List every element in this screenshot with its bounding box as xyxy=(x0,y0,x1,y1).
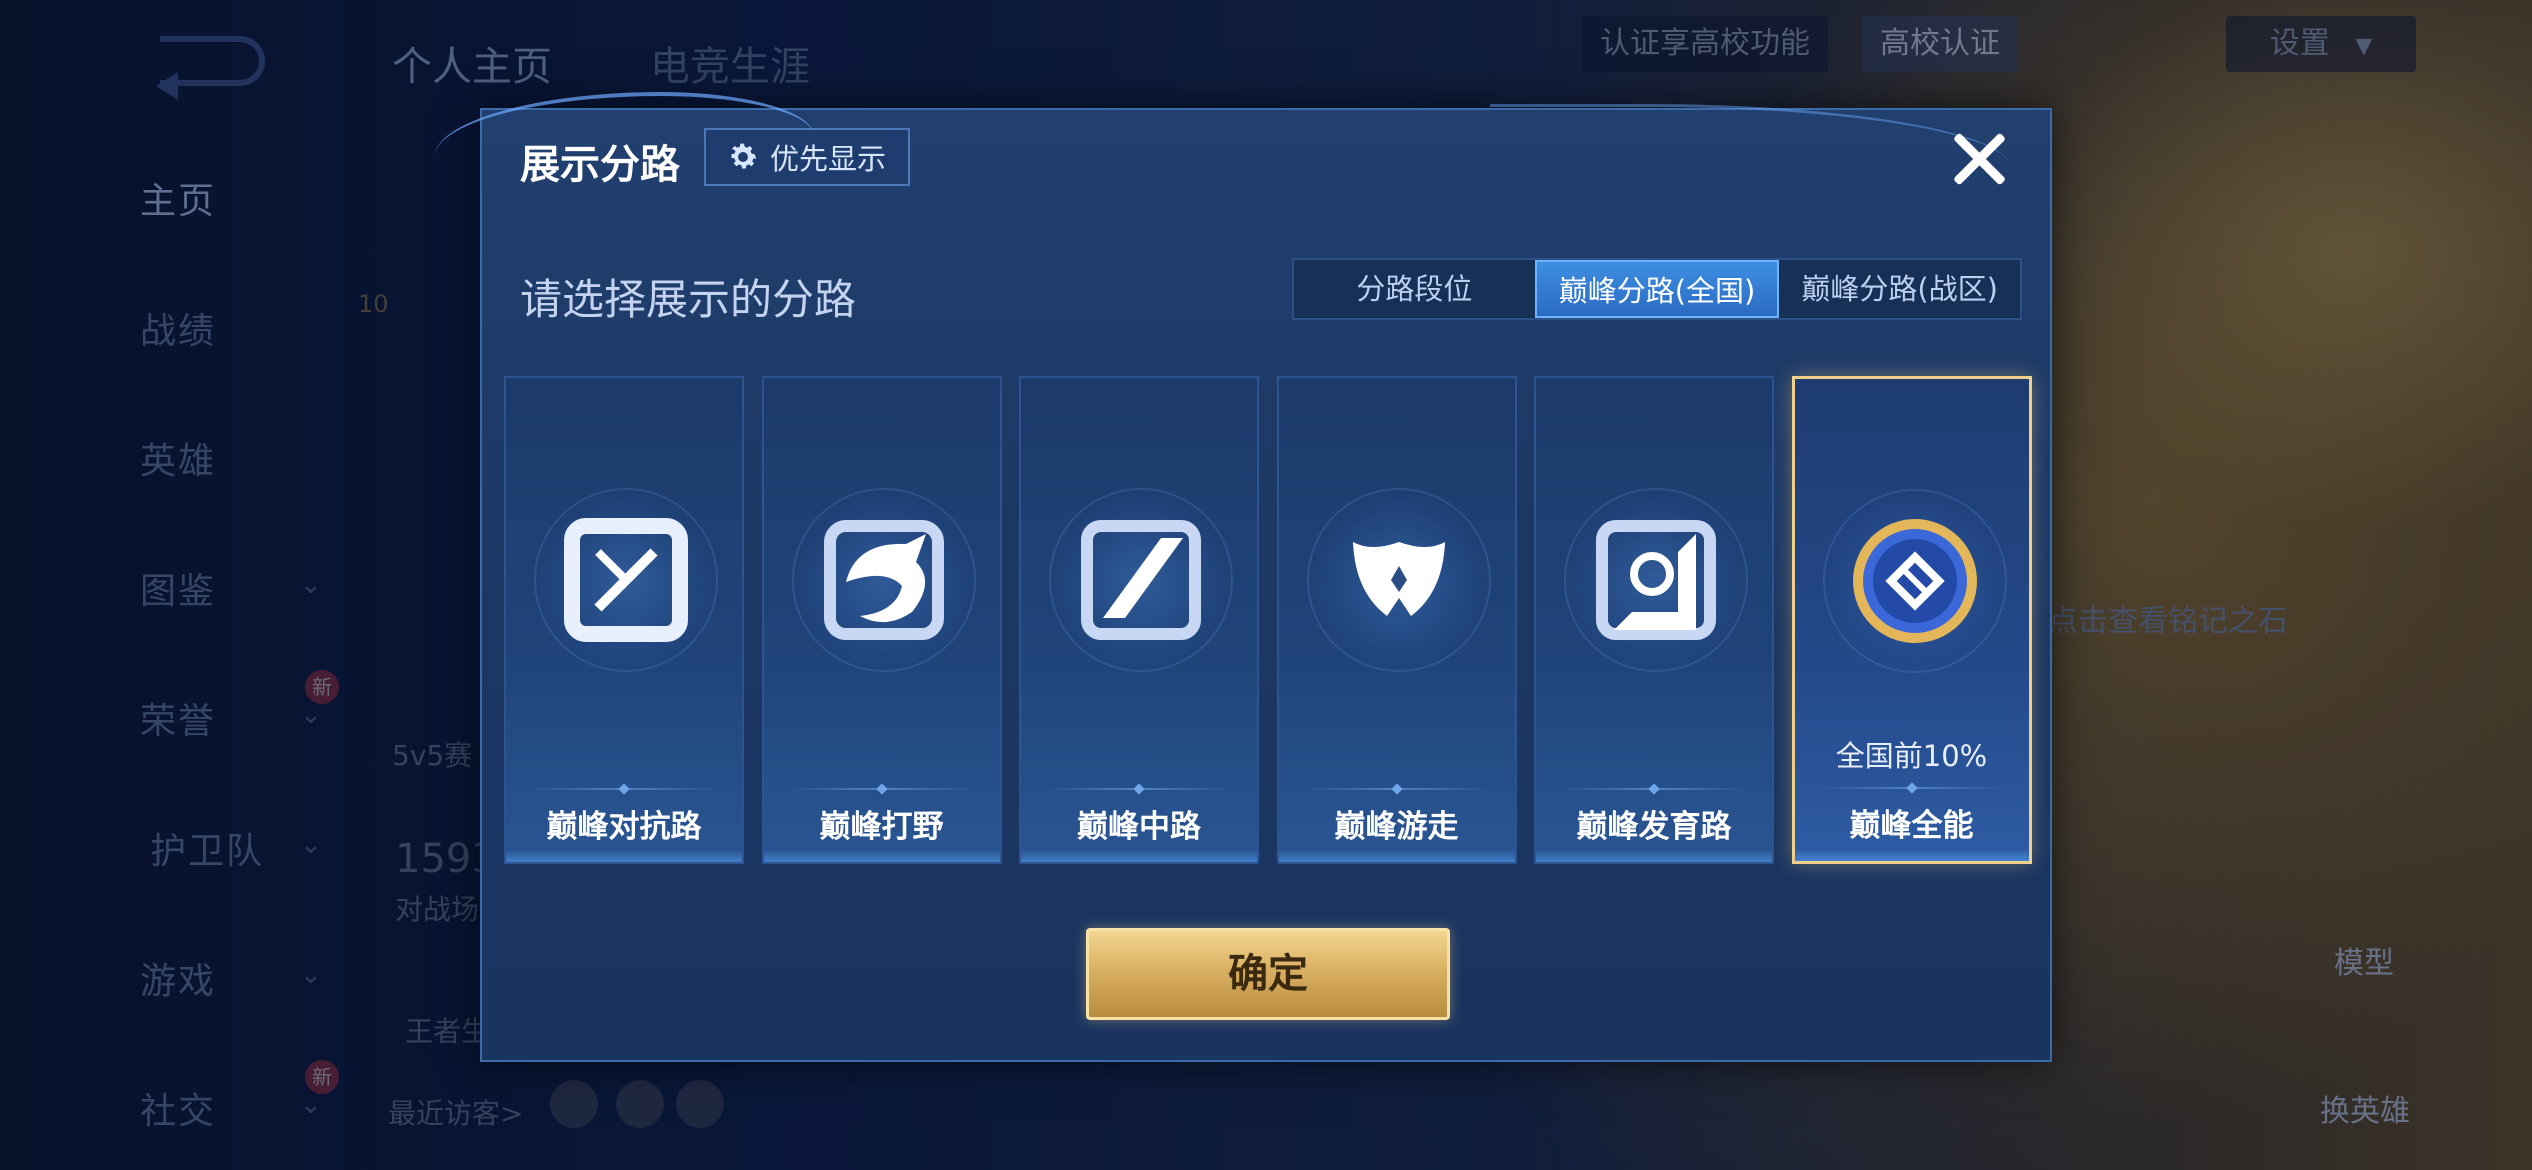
lane-type-segmented-control: 分路段位 巅峰分路(全国) 巅峰分路(战区) xyxy=(1292,258,2022,320)
lane-card[interactable]: 巅峰中路 xyxy=(1019,376,1259,864)
confirm-button[interactable]: 确定 xyxy=(1086,928,1450,1020)
card-divider xyxy=(1560,788,1748,790)
gear-icon xyxy=(731,143,757,169)
decorative-swirl xyxy=(1490,104,2010,194)
lane-card-list: 巅峰对抗路 巅峰打野 巅峰中路 巅峰游走 巅峰发育路 全国前10% 巅峰全能 xyxy=(504,376,2034,866)
card-divider xyxy=(1302,788,1491,790)
dialog-title: 展示分路 xyxy=(520,142,680,188)
lane-card[interactable]: 巅峰对抗路 xyxy=(504,376,744,864)
card-divider xyxy=(787,788,976,790)
segment-tab[interactable]: 巅峰分路(全国) xyxy=(1534,260,1780,318)
card-divider xyxy=(1818,787,2005,789)
rank-text: 全国前10% xyxy=(1835,739,1988,773)
card-bottom-glow xyxy=(763,850,1000,862)
lane-card-label: 巅峰打野 xyxy=(819,809,944,845)
segment-tab[interactable]: 巅峰分路(战区) xyxy=(1779,260,2020,318)
lane-card-label: 巅峰发育路 xyxy=(1576,809,1732,845)
priority-display-label: 优先显示 xyxy=(770,142,887,176)
farm-lane-icon xyxy=(1596,520,1716,640)
lane-card[interactable]: 巅峰发育路 xyxy=(1534,376,1774,864)
clash-lane-icon xyxy=(564,518,688,642)
card-bottom-glow xyxy=(1794,849,2029,861)
lane-card-label: 巅峰对抗路 xyxy=(546,809,702,845)
segment-tab[interactable]: 分路段位 xyxy=(1294,260,1535,318)
card-bottom-glow xyxy=(1278,850,1515,862)
roam-wings-icon xyxy=(1352,542,1445,616)
card-divider xyxy=(1045,788,1233,790)
jungle-dragon-icon xyxy=(823,520,944,640)
card-bottom-glow xyxy=(1021,850,1257,862)
priority-display-button[interactable]: 优先显示 xyxy=(704,128,911,186)
lane-card-label: 巅峰全能 xyxy=(1849,808,1974,844)
all-round-emblem-icon xyxy=(1852,519,1977,643)
mid-lane-icon xyxy=(1081,520,1201,640)
card-bottom-glow xyxy=(506,850,742,862)
card-bottom-glow xyxy=(1536,850,1772,862)
dialog-subtitle: 请选择展示的分路 xyxy=(520,275,857,324)
lane-card-label: 巅峰游走 xyxy=(1334,809,1459,845)
lane-card[interactable]: 巅峰打野 xyxy=(761,376,1002,864)
lane-card[interactable]: 巅峰游走 xyxy=(1276,376,1517,864)
confirm-label: 确定 xyxy=(1228,951,1308,997)
card-divider xyxy=(530,788,718,790)
lane-display-dialog: 展示分路 优先显示 请选择展示的分路 分路段位 巅峰分路(全国) 巅峰分路(战区) … xyxy=(434,92,2052,1062)
lane-card[interactable]: 全国前10% 巅峰全能 xyxy=(1791,376,2032,864)
lane-card-label: 巅峰中路 xyxy=(1077,809,1201,845)
close-button[interactable] xyxy=(1944,124,2014,194)
